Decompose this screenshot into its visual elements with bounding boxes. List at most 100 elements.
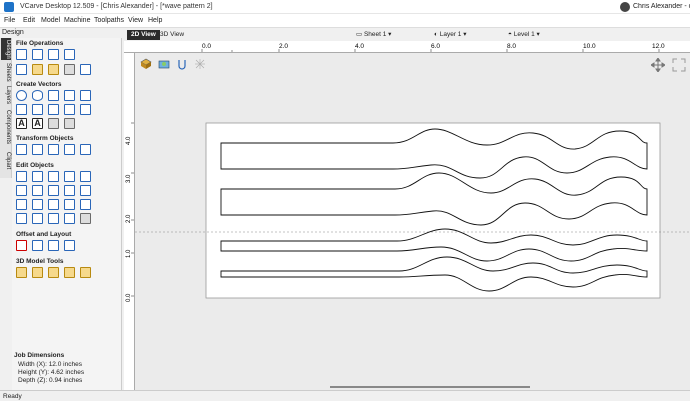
pan-icon[interactable] — [651, 58, 665, 72]
nest-parts-icon[interactable] — [48, 240, 59, 251]
select-icon[interactable] — [16, 171, 27, 182]
user-name[interactable]: Chris Alexander - chris — [633, 3, 690, 10]
weld-icon[interactable] — [16, 185, 27, 196]
level-selector[interactable]: ◓ Level 1 ▾ — [508, 30, 540, 38]
fillet-icon[interactable] — [64, 199, 75, 210]
circle-icon[interactable] — [16, 90, 27, 101]
texture-component-icon[interactable] — [80, 267, 91, 278]
text-icon[interactable]: A — [16, 118, 27, 129]
subtract-icon[interactable] — [32, 185, 43, 196]
menu-help[interactable]: Help — [148, 17, 162, 24]
circular-array-icon[interactable] — [64, 240, 75, 251]
expand-icon[interactable] — [672, 58, 686, 72]
menu-view[interactable]: View — [128, 17, 143, 24]
rectangle-icon[interactable] — [48, 90, 59, 101]
v-ruler-label: 3.0 — [126, 174, 132, 183]
export-icon[interactable] — [80, 64, 91, 75]
move-icon[interactable] — [16, 144, 27, 155]
side-tab-components[interactable]: Components — [1, 107, 11, 147]
extend-icon[interactable] — [80, 199, 91, 210]
snap-icon[interactable] — [176, 58, 188, 70]
menu-file[interactable]: File — [4, 17, 15, 24]
position-component-icon[interactable] — [32, 267, 43, 278]
arc-icon[interactable] — [32, 104, 43, 115]
layer-selector-label: Layer 1 — [439, 31, 462, 38]
status-text: Ready — [3, 393, 22, 400]
scale-component-icon[interactable] — [48, 267, 59, 278]
draw-line-icon[interactable] — [16, 104, 27, 115]
side-tab-clipart[interactable]: Clipart — [1, 148, 11, 174]
side-tab-sheets[interactable]: Sheets — [1, 61, 11, 83]
star-icon[interactable] — [80, 90, 91, 101]
h-ruler-label: 10.0 — [583, 43, 596, 50]
distort-icon[interactable] — [80, 144, 91, 155]
transform-row-1 — [16, 144, 91, 155]
tab-2d-view[interactable]: 2D View — [127, 30, 160, 40]
ellipse-icon[interactable] — [32, 90, 43, 101]
smooth-icon[interactable] — [16, 213, 27, 224]
intersect-icon[interactable] — [48, 185, 59, 196]
h-ruler-label: 2.0 — [279, 43, 288, 50]
job-height: Height (Y): 4.62 inches — [18, 369, 85, 376]
polygon-icon[interactable] — [64, 90, 75, 101]
user-avatar-icon[interactable] — [620, 2, 630, 12]
close-vectors-icon[interactable] — [32, 199, 43, 210]
zoom-select-icon[interactable] — [64, 213, 75, 224]
menu-edit[interactable]: Edit — [23, 17, 35, 24]
v-ruler-label: 1.0 — [126, 249, 132, 258]
preview-icon[interactable] — [158, 58, 170, 70]
measure-icon[interactable] — [80, 213, 91, 224]
spiral-icon[interactable] — [64, 104, 75, 115]
node-edit-icon[interactable] — [32, 171, 43, 182]
trim-icon[interactable] — [48, 199, 59, 210]
layer-selector[interactable]: ◐ Layer 1 ▾ — [434, 30, 467, 38]
save-icon[interactable] — [32, 49, 43, 60]
bake-component-icon[interactable] — [64, 267, 75, 278]
side-tab-design[interactable]: Design — [1, 38, 11, 60]
rotate-icon[interactable] — [64, 144, 75, 155]
ungroup-icon[interactable] — [80, 185, 91, 196]
dog-bone-icon[interactable] — [48, 213, 59, 224]
curve-icon[interactable] — [48, 104, 59, 115]
import-3d-icon[interactable] — [64, 64, 75, 75]
new-file-icon[interactable] — [16, 49, 27, 60]
tab-3d-view[interactable]: 3D View — [156, 30, 188, 40]
open-folder-icon[interactable] — [32, 64, 43, 75]
sheet-icon: ▭ — [356, 31, 364, 38]
offset-icon[interactable] — [16, 240, 27, 251]
trace-bitmap-icon[interactable] — [64, 118, 75, 129]
job-depth: Depth (Z): 0.94 inches — [18, 377, 83, 384]
text-on-curve-icon[interactable]: A — [32, 118, 43, 129]
side-tab-layers[interactable]: Layers — [1, 84, 11, 106]
array-copy-icon[interactable] — [32, 240, 43, 251]
job-setup-icon[interactable] — [64, 49, 75, 60]
join-vectors-icon[interactable] — [16, 199, 27, 210]
fit-curves-icon[interactable] — [32, 213, 43, 224]
menu-machine[interactable]: Machine — [64, 17, 90, 24]
size-icon[interactable] — [48, 144, 59, 155]
grid-snap-icon[interactable] — [194, 58, 206, 70]
file-ops-row-1 — [16, 49, 75, 60]
mirror-icon[interactable] — [80, 171, 91, 182]
menu-model[interactable]: Model — [41, 17, 60, 24]
level-selector-label: Level 1 — [513, 31, 535, 38]
import-component-icon[interactable] — [16, 267, 27, 278]
vertical-ruler: 4.0 3.0 2.0 1.0 0.0 — [124, 53, 135, 390]
align-icon[interactable] — [32, 144, 43, 155]
horizontal-scrollbar[interactable] — [330, 386, 530, 388]
auto-layout-text-icon[interactable] — [48, 118, 59, 129]
sheet-selector[interactable]: ▭ Sheet 1 ▾ — [356, 30, 391, 38]
material-setup-icon[interactable] — [140, 58, 152, 70]
section-3d-model-tools: 3D Model Tools — [16, 258, 64, 265]
title-bar: VCarve Desktop 12.509 - [Chris Alexander… — [0, 0, 690, 14]
import-bitmap-icon[interactable] — [48, 64, 59, 75]
scissors-icon[interactable] — [64, 171, 75, 182]
edit-row-3 — [16, 199, 91, 210]
group-icon[interactable] — [64, 185, 75, 196]
import-vectors-icon[interactable] — [16, 64, 27, 75]
menu-toolpaths[interactable]: Toolpaths — [94, 17, 124, 24]
open-model-icon[interactable] — [48, 49, 59, 60]
dimension-icon[interactable] — [80, 104, 91, 115]
interactive-select-icon[interactable] — [48, 171, 59, 182]
design-canvas[interactable] — [135, 53, 690, 390]
